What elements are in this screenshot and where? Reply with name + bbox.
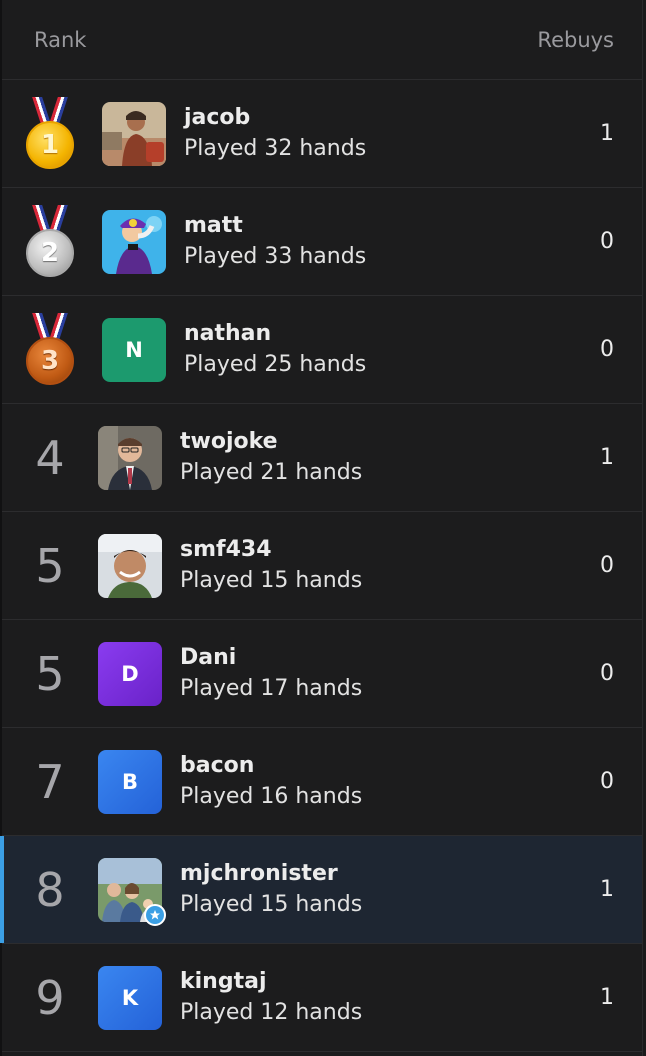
hands-played: Played 33 hands — [184, 243, 367, 269]
avatar-initial: N — [125, 337, 143, 362]
player-row[interactable]: 7 B bacon Played 16 hands 0 — [2, 728, 642, 836]
medal-rank-number: 1 — [26, 120, 74, 169]
rank-cell: 3 — [2, 312, 98, 387]
rebuys-count: 0 — [600, 661, 614, 686]
silver-medal-icon: 2 — [25, 204, 75, 279]
rebuys-count: 1 — [600, 445, 614, 470]
avatar-photo — [102, 101, 166, 166]
rank-cell: 8 — [2, 863, 98, 917]
gold-medal-icon: 1 — [25, 96, 75, 171]
rebuys-count: 0 — [600, 769, 614, 794]
avatar-initial: D — [121, 661, 139, 686]
player-info: smf434 Played 15 hands — [180, 535, 554, 597]
player-row[interactable]: 5 D Dani Played 17 hands 0 — [2, 620, 642, 728]
player-name[interactable]: mjchronister — [180, 859, 554, 889]
avatar-photo — [98, 533, 162, 598]
rank-number: 4 — [35, 430, 65, 485]
rebuys-count: 1 — [600, 985, 614, 1010]
player-name[interactable]: smf434 — [180, 535, 554, 565]
rank-cell: 2 — [2, 204, 98, 279]
hands-played: Played 21 hands — [180, 459, 363, 485]
rebuys-count: 1 — [600, 877, 614, 902]
rebuys-count: 0 — [600, 229, 614, 254]
rank-cell: 7 — [2, 755, 98, 809]
player-row[interactable]: 3 N nathan Played 25 hands 0 — [2, 296, 642, 404]
avatar[interactable]: K — [98, 965, 162, 1030]
avatar-photo — [102, 209, 166, 274]
hands-played: Played 16 hands — [180, 783, 363, 809]
avatar[interactable]: B — [98, 749, 162, 814]
player-info: jacob Played 32 hands — [184, 103, 554, 165]
player-info: kingtaj Played 12 hands — [180, 967, 554, 1029]
rank-column-header: Rank — [34, 27, 87, 52]
player-name[interactable]: jacob — [184, 103, 554, 133]
avatar-initial: K — [121, 985, 139, 1010]
hands-played: Played 12 hands — [180, 999, 363, 1025]
rank-cell: 4 — [2, 431, 98, 485]
avatar-initial: B — [121, 769, 138, 794]
player-row[interactable]: 9 K kingtaj Played 12 hands 1 — [2, 944, 642, 1052]
rank-cell: 5 — [2, 647, 98, 701]
rank-number: 5 — [35, 538, 65, 593]
player-name[interactable]: twojoke — [180, 427, 554, 457]
player-row-current-user[interactable]: 8 mjchronister Played 15 hands 1 — [0, 836, 642, 944]
bronze-medal-icon: 3 — [25, 312, 75, 387]
hands-played: Played 15 hands — [180, 567, 363, 593]
rebuys-count: 0 — [600, 337, 614, 362]
avatar[interactable] — [98, 533, 162, 598]
player-name[interactable]: matt — [184, 211, 554, 241]
rank-cell: 5 — [2, 539, 98, 593]
rank-number: 8 — [35, 862, 65, 917]
avatar[interactable]: N — [102, 317, 166, 382]
leaderboard-header: Rank Rebuys — [2, 0, 642, 80]
rebuys-column-header: Rebuys — [537, 27, 614, 52]
hands-played: Played 17 hands — [180, 675, 363, 701]
medal-rank-number: 2 — [26, 228, 74, 277]
avatar[interactable] — [98, 857, 166, 926]
rank-number: 9 — [35, 970, 65, 1025]
rank-cell: 1 — [2, 96, 98, 171]
player-name[interactable]: kingtaj — [180, 967, 554, 997]
hands-played: Played 25 hands — [184, 351, 367, 377]
player-name[interactable]: bacon — [180, 751, 554, 781]
rank-number: 7 — [35, 754, 65, 809]
player-info: twojoke Played 21 hands — [180, 427, 554, 489]
player-info: matt Played 33 hands — [184, 211, 554, 273]
avatar[interactable] — [102, 101, 166, 166]
player-info: bacon Played 16 hands — [180, 751, 554, 813]
player-info: mjchronister Played 15 hands — [180, 859, 554, 921]
leaderboard: Rank Rebuys 1 jacob Played 32 hands 1 2 … — [0, 0, 643, 1056]
rebuys-count: 0 — [600, 553, 614, 578]
rank-cell: 9 — [2, 971, 98, 1025]
avatar[interactable] — [102, 209, 166, 274]
player-row[interactable]: 5 smf434 Played 15 hands 0 — [2, 512, 642, 620]
player-name[interactable]: Dani — [180, 643, 554, 673]
player-row[interactable]: 4 twojoke Played 21 hands 1 — [2, 404, 642, 512]
hands-played: Played 15 hands — [180, 891, 363, 917]
rank-number: 5 — [35, 646, 65, 701]
avatar-photo — [98, 425, 162, 490]
player-row[interactable]: 2 matt Played 33 hands 0 — [2, 188, 642, 296]
star-badge-icon — [144, 903, 166, 926]
player-name[interactable]: nathan — [184, 319, 554, 349]
player-info: nathan Played 25 hands — [184, 319, 554, 381]
hands-played: Played 32 hands — [184, 135, 367, 161]
player-row[interactable]: 1 jacob Played 32 hands 1 — [2, 80, 642, 188]
avatar[interactable] — [98, 425, 162, 490]
player-info: Dani Played 17 hands — [180, 643, 554, 705]
avatar[interactable]: D — [98, 641, 162, 706]
medal-rank-number: 3 — [26, 336, 74, 385]
rebuys-count: 1 — [600, 121, 614, 146]
